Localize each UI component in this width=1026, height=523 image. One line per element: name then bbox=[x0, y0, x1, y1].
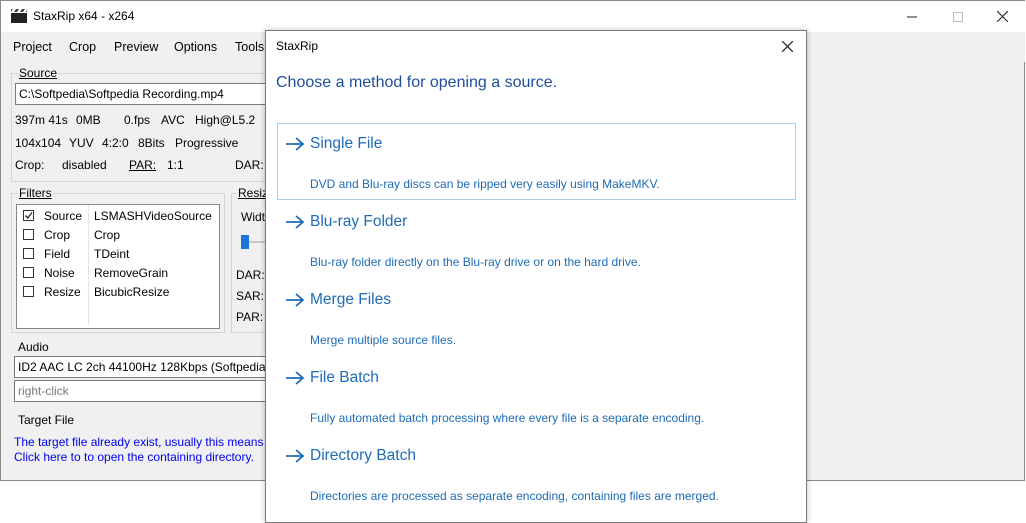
dialog-heading: Choose a method for opening a source. bbox=[276, 74, 558, 91]
source-fps: 0.fps bbox=[124, 113, 151, 127]
par-value: 1:1 bbox=[167, 158, 184, 172]
maximize-button[interactable] bbox=[935, 1, 981, 32]
filter-row-source[interactable]: Source LSMASHVideoSource bbox=[17, 207, 217, 226]
filter-name: Noise bbox=[44, 266, 75, 280]
filter-value: RemoveGrain bbox=[94, 266, 169, 280]
filter-name: Field bbox=[44, 247, 71, 261]
title-bar: StaxRip x64 - x264 bbox=[1, 1, 1025, 32]
checkbox-icon[interactable] bbox=[23, 286, 34, 297]
option-title: Single File bbox=[310, 135, 383, 152]
resize-sar-label: SAR: bbox=[236, 289, 265, 303]
option-file-batch[interactable]: File Batch Fully automated batch process… bbox=[277, 357, 796, 434]
option-single-file[interactable]: Single File DVD and Blu-ray discs can be… bbox=[277, 123, 796, 200]
option-merge-files[interactable]: Merge Files Merge multiple source files. bbox=[277, 279, 796, 356]
close-button[interactable] bbox=[979, 1, 1025, 32]
audio-label: Audio bbox=[18, 340, 49, 354]
source-path-field[interactable]: C:\Softpedia\Softpedia Recording.mp4 bbox=[15, 83, 271, 105]
source-colorspace: YUV bbox=[69, 136, 94, 150]
option-description: Directories are processed as separate en… bbox=[310, 489, 719, 503]
filter-name: Source bbox=[44, 209, 83, 223]
crop-value: disabled bbox=[62, 158, 107, 172]
resize-slider-thumb[interactable] bbox=[241, 235, 249, 249]
option-title: Directory Batch bbox=[310, 447, 416, 464]
menu-tools[interactable]: Tools bbox=[235, 40, 264, 54]
close-icon bbox=[781, 40, 793, 52]
source-chroma: 4:2:0 bbox=[102, 136, 129, 150]
option-bluray-folder[interactable]: Blu-ray Folder Blu-ray folder directly o… bbox=[277, 201, 796, 278]
menu-project[interactable]: Project bbox=[13, 40, 52, 54]
dialog-title: StaxRip bbox=[276, 39, 319, 53]
filter-row-field[interactable]: Field TDeint bbox=[17, 245, 217, 264]
option-description: Fully automated batch processing where e… bbox=[310, 411, 705, 425]
arrow-right-icon bbox=[286, 449, 305, 463]
filter-name: Crop bbox=[44, 228, 71, 242]
source-codec: AVC bbox=[161, 113, 185, 127]
arrow-right-icon bbox=[286, 371, 305, 385]
window-title: StaxRip x64 - x264 bbox=[33, 9, 135, 23]
option-description: Merge multiple source files. bbox=[310, 333, 457, 347]
resize-width-label: Widt bbox=[241, 210, 265, 224]
filter-value: LSMASHVideoSource bbox=[94, 209, 212, 223]
source-resolution: 104x104 bbox=[15, 136, 62, 150]
open-source-dialog: StaxRip Choose a method for opening a so… bbox=[265, 30, 807, 523]
checkbox-icon[interactable] bbox=[23, 248, 34, 259]
checkbox-icon[interactable] bbox=[23, 267, 34, 278]
resize-dar-label: DAR: bbox=[236, 268, 265, 282]
filter-value: BicubicResize bbox=[94, 285, 170, 299]
option-title: File Batch bbox=[310, 369, 379, 386]
dialog-close-button[interactable] bbox=[774, 35, 800, 57]
audio-track-field[interactable]: ID2 AAC LC 2ch 44100Hz 128Kbps (Softpedi… bbox=[14, 356, 272, 378]
crop-label: Crop: bbox=[15, 158, 45, 172]
filter-row-noise[interactable]: Noise RemoveGrain bbox=[17, 264, 217, 283]
audio-secondary-field[interactable]: right-click bbox=[14, 380, 272, 402]
dar-label: DAR: bbox=[235, 158, 264, 172]
par-link[interactable]: PAR: bbox=[129, 158, 156, 172]
checkbox-icon[interactable] bbox=[23, 229, 34, 240]
app-clapper-icon bbox=[11, 9, 27, 23]
minimize-button[interactable] bbox=[889, 1, 935, 32]
menu-preview[interactable]: Preview bbox=[114, 40, 158, 54]
filter-value: TDeint bbox=[94, 247, 130, 261]
filter-row-resize[interactable]: Resize BicubicResize bbox=[17, 283, 217, 302]
source-scan-type: Progressive bbox=[175, 136, 239, 150]
target-warning-text: The target file already exist, usually t… bbox=[14, 435, 273, 449]
checkbox-checked-icon[interactable] bbox=[23, 210, 34, 221]
filter-row-crop[interactable]: Crop Crop bbox=[17, 226, 217, 245]
arrow-right-icon bbox=[286, 215, 305, 229]
resize-par-label: PAR: bbox=[236, 310, 264, 324]
filter-name: Resize bbox=[44, 285, 81, 299]
target-file-label: Target File bbox=[18, 413, 75, 427]
filter-value: Crop bbox=[94, 228, 121, 242]
resize-label: Resiz bbox=[238, 186, 269, 200]
filters-list: Source LSMASHVideoSource Crop Crop Field… bbox=[16, 204, 220, 329]
option-description: Blu-ray folder directly on the Blu-ray d… bbox=[310, 255, 641, 269]
option-title: Blu-ray Folder bbox=[310, 213, 408, 230]
menu-options[interactable]: Options bbox=[174, 40, 217, 54]
source-duration: 397m 41s bbox=[15, 113, 68, 127]
source-profile: High@L5.2 bbox=[195, 113, 256, 127]
menu-crop[interactable]: Crop bbox=[69, 40, 96, 54]
open-directory-link[interactable]: Click here to to open the containing dir… bbox=[14, 450, 254, 464]
filters-label: Filters bbox=[18, 186, 53, 200]
maximize-icon bbox=[953, 11, 963, 22]
option-description: DVD and Blu-ray discs can be ripped very… bbox=[310, 177, 660, 191]
source-bitdepth: 8Bits bbox=[138, 136, 165, 150]
option-directory-batch[interactable]: Directory Batch Directories are processe… bbox=[277, 435, 796, 512]
minimize-icon bbox=[907, 16, 917, 17]
arrow-right-icon bbox=[286, 293, 305, 307]
option-title: Merge Files bbox=[310, 291, 391, 308]
source-label: Source bbox=[18, 66, 59, 80]
source-size: 0MB bbox=[76, 113, 101, 127]
close-icon bbox=[996, 11, 1008, 22]
arrow-right-icon bbox=[286, 137, 305, 151]
